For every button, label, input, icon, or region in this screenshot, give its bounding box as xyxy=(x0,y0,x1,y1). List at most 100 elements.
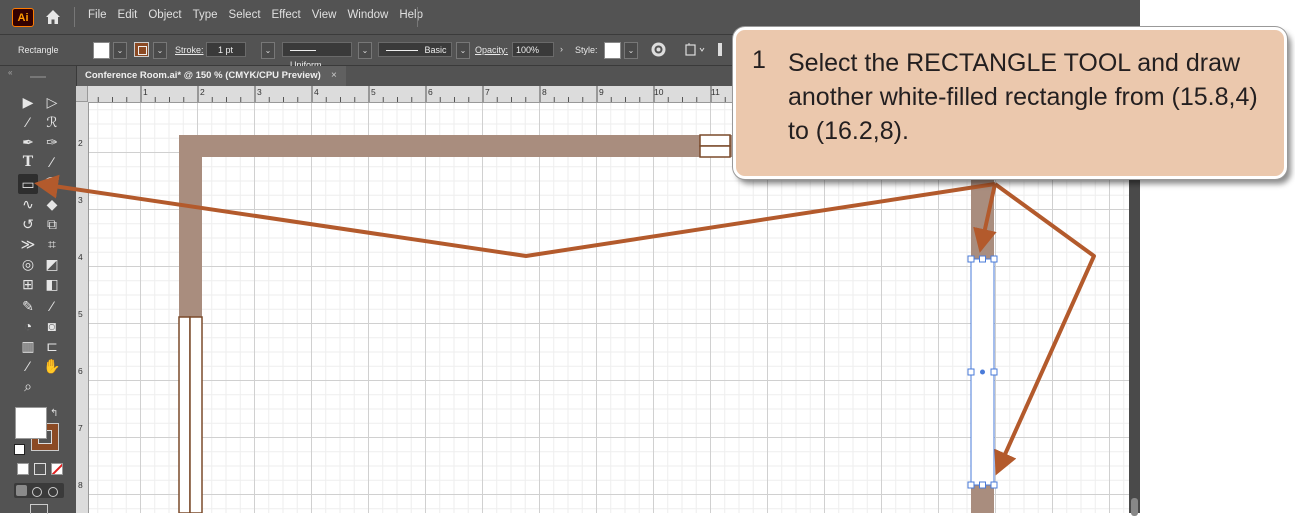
none-mode-icon[interactable] xyxy=(51,463,63,475)
door-left-b[interactable] xyxy=(189,316,203,513)
style-swatch[interactable] xyxy=(604,42,621,59)
brush-field[interactable]: Basic xyxy=(378,42,452,57)
wall-left[interactable] xyxy=(179,135,202,320)
brush-value: Basic xyxy=(424,45,447,55)
panel-handle-icon[interactable] xyxy=(718,43,722,56)
free-transform-tool-icon[interactable]: ⌗ xyxy=(42,234,62,254)
menu-type[interactable]: Type xyxy=(193,9,218,21)
stroke-weight-dropdown[interactable]: ⌄ xyxy=(261,42,275,59)
menu-window[interactable]: Window xyxy=(347,9,388,21)
ruler-number: 8 xyxy=(78,480,83,490)
document-tab[interactable]: Conference Room.ai* @ 150 % (CMYK/CPU Pr… xyxy=(76,66,346,86)
door-left-a[interactable] xyxy=(178,316,191,513)
menu-edit[interactable]: Edit xyxy=(118,9,138,21)
profile-dropdown[interactable]: ⌄ xyxy=(358,42,372,59)
swap-colors-icon[interactable]: ↰ xyxy=(50,408,58,419)
type-tool-icon[interactable]: T xyxy=(18,152,38,172)
default-colors-icon[interactable] xyxy=(14,444,25,455)
menu-object[interactable]: Object xyxy=(148,9,181,21)
door-top-a[interactable] xyxy=(699,134,731,147)
ruler-number: 6 xyxy=(78,366,83,376)
stroke-label[interactable]: Stroke: xyxy=(175,45,204,55)
profile-field[interactable]: Uniform xyxy=(282,42,352,70)
scale-tool-icon[interactable]: ⧉ xyxy=(42,214,62,234)
line-segment-tool-icon[interactable]: ∕ xyxy=(42,152,62,172)
ruler-number: 6 xyxy=(428,87,433,97)
ruler-origin[interactable] xyxy=(76,86,88,102)
shaper-tool-icon[interactable]: ∿ xyxy=(18,194,38,214)
ruler-number: 2 xyxy=(200,87,205,97)
draw-inside-icon[interactable] xyxy=(48,487,58,497)
stroke-swatch[interactable] xyxy=(134,42,149,57)
menu-file[interactable]: File xyxy=(88,9,107,21)
draw-behind-icon[interactable] xyxy=(32,487,42,497)
stroke-color-dropdown[interactable]: ⌄ xyxy=(153,42,167,59)
vertical-ruler[interactable]: 2 3 4 5 6 7 8 xyxy=(76,102,89,513)
rectangle-tool-icon[interactable]: ▭ xyxy=(18,174,38,194)
ruler-number: 2 xyxy=(78,138,83,148)
menu: File Edit Object Type Select Effect View… xyxy=(88,9,434,21)
step-text: Select the RECTANGLE TOOL and draw anoth… xyxy=(788,49,1258,145)
style-label: Style: xyxy=(575,45,598,55)
lasso-tool-icon[interactable]: ℛ xyxy=(42,112,62,132)
fill-swatch[interactable] xyxy=(93,42,110,59)
tools-panel: « ▶ ▷ ⁄ ℛ ✒ ✑ T ∕ ▭ ⌒ ∿ ◆ ↺ ⧉ ≫ ⌗ ◎ ◩ ⊞ … xyxy=(0,66,77,514)
color-mode-icon[interactable] xyxy=(17,463,29,475)
mesh-tool-icon[interactable]: ✎ xyxy=(18,296,38,316)
stroke-weight-field[interactable]: 1 pt xyxy=(206,42,246,57)
blend-tool-icon[interactable]: ◔ xyxy=(18,316,38,336)
menu-select[interactable]: Select xyxy=(229,9,261,21)
ruler-number: 4 xyxy=(78,252,83,262)
gradient-mode-icon[interactable] xyxy=(34,463,46,475)
curvature-tool-icon[interactable]: ✑ xyxy=(42,132,62,152)
brush-sample xyxy=(386,50,418,52)
divider xyxy=(74,7,75,27)
fill-dropdown[interactable]: ⌄ xyxy=(113,42,127,59)
perspective-grid-tool-icon[interactable]: ⊞ xyxy=(18,274,38,294)
menu-view[interactable]: View xyxy=(312,9,337,21)
eraser-tool-icon[interactable]: ◆ xyxy=(42,194,62,214)
opacity-field[interactable]: 100% xyxy=(512,42,554,57)
opacity-arrow-icon[interactable]: › xyxy=(560,44,563,54)
door-top-b[interactable] xyxy=(699,145,731,158)
symbol-sprayer-tool-icon[interactable]: ◙ xyxy=(42,316,62,336)
instruction-callout: 1 Select the RECTANGLE TOOL and draw ano… xyxy=(733,27,1287,179)
ruler-number: 1 xyxy=(143,87,148,97)
recolor-artwork-icon[interactable] xyxy=(650,41,667,58)
ruler-number: 9 xyxy=(599,87,604,97)
zoom-tool-icon[interactable]: ⌕ xyxy=(18,376,38,396)
artboard-tool-icon[interactable]: ⊏ xyxy=(42,336,62,356)
width-tool-icon[interactable]: ≫ xyxy=(18,234,38,254)
eyedropper-tool-icon[interactable]: ⁄ xyxy=(42,296,62,316)
selection-tool-icon[interactable]: ▶ xyxy=(18,92,38,112)
home-icon[interactable] xyxy=(44,8,62,26)
slice-tool-icon[interactable]: ⁄ xyxy=(18,356,38,376)
collapse-icon[interactable]: « xyxy=(8,68,12,77)
panel-grip[interactable] xyxy=(30,76,46,78)
paintbrush-tool-icon[interactable]: ⌒ xyxy=(42,174,62,194)
pen-tool-icon[interactable]: ✒ xyxy=(18,132,38,152)
menu-effect[interactable]: Effect xyxy=(272,9,301,21)
opacity-label[interactable]: Opacity: xyxy=(475,45,508,55)
gradient-tool-icon[interactable]: ◧ xyxy=(42,274,62,294)
menu-help[interactable]: Help xyxy=(399,9,423,21)
hand-tool-icon[interactable]: ✋ xyxy=(42,356,62,376)
rotate-tool-icon[interactable]: ↺ xyxy=(18,214,38,234)
ruler-number: 4 xyxy=(314,87,319,97)
scrollbar-thumb[interactable] xyxy=(1131,498,1138,516)
live-paint-tool-icon[interactable]: ◩ xyxy=(42,254,62,274)
align-icon[interactable] xyxy=(684,42,706,57)
close-tab-icon[interactable]: × xyxy=(331,66,337,86)
brush-dropdown[interactable]: ⌄ xyxy=(456,42,470,59)
ruler-number: 5 xyxy=(78,309,83,319)
magic-wand-tool-icon[interactable]: ⁄ xyxy=(18,112,38,132)
fill-color-box-front[interactable] xyxy=(15,407,47,439)
step-number: 1 xyxy=(752,46,766,74)
direct-selection-tool-icon[interactable]: ▷ xyxy=(42,92,62,112)
style-dropdown[interactable]: ⌄ xyxy=(624,42,638,59)
column-graph-tool-icon[interactable]: ▥ xyxy=(18,336,38,356)
draw-normal-icon[interactable] xyxy=(16,485,27,496)
ruler-number: 11 xyxy=(711,87,720,97)
app-logo: Ai xyxy=(12,8,34,27)
shape-builder-tool-icon[interactable]: ◎ xyxy=(18,254,38,274)
